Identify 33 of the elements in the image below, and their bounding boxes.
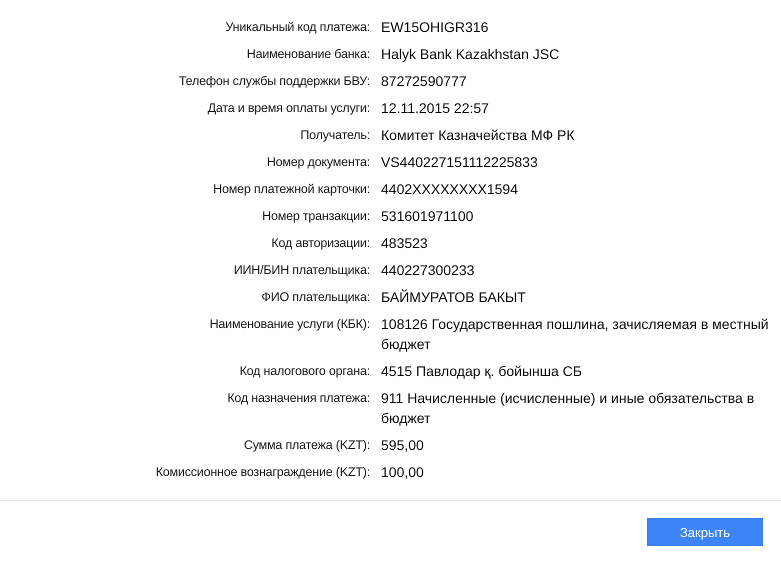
field-label: Дата и время оплаты услуги: bbox=[206, 100, 370, 117]
field-label: Код авторизации: bbox=[270, 235, 370, 252]
field-value: Halyk Bank Kazakhstan JSC bbox=[381, 45, 560, 64]
field-label: Наименование банка: bbox=[246, 46, 370, 63]
field-label: Номер платежной карточки: bbox=[212, 181, 370, 198]
field-value: VS440227151112225833 bbox=[381, 153, 539, 172]
field-value: БАЙМУРАТОВ БАКЫТ bbox=[381, 288, 527, 307]
close-button[interactable]: Закрыть bbox=[647, 518, 763, 546]
field-label: Уникальный код платежа: bbox=[224, 19, 370, 36]
field-label: ИИН/БИН плательщика: bbox=[232, 262, 370, 279]
field-label: Комиссионное вознаграждение (KZT): bbox=[154, 464, 370, 481]
field-label: ФИО плательщика: bbox=[260, 289, 370, 306]
field-value: 4515 Павлодар қ. бойынша СБ bbox=[381, 362, 583, 381]
field-value: Комитет Казначейства МФ РК bbox=[381, 126, 576, 145]
field-value: 911 Начисленные (исчисленные) и иные обязательства в бюджет bbox=[381, 389, 756, 428]
field-value: 12.11.2015 22:57 bbox=[381, 99, 490, 118]
field-label: Сумма платежа (KZT): bbox=[242, 437, 370, 454]
field-value: 87272590777 bbox=[381, 72, 468, 91]
field-label: Получатель: bbox=[299, 127, 370, 144]
field-label: Код назначения платежа: bbox=[226, 390, 370, 407]
field-label: Наименование услуги (КБК): bbox=[208, 316, 370, 333]
field-value: 108126 Государственная пошлина, зачисляемая в местный бюджет bbox=[381, 315, 770, 354]
field-value: 483523 bbox=[381, 234, 429, 253]
field-label: Код налогового органа: bbox=[238, 363, 370, 380]
field-value: 100,00 bbox=[381, 463, 425, 482]
field-value: 4402XXXXXXXX1594 bbox=[381, 180, 519, 199]
field-value: 531601971100 bbox=[381, 207, 474, 226]
field-value: 440227300233 bbox=[381, 261, 476, 280]
field-value: EW15OHIGR316 bbox=[381, 18, 490, 37]
field-label: Номер документа: bbox=[266, 154, 370, 171]
field-label: Номер транзакции: bbox=[261, 208, 370, 225]
field-label: Телефон службы поддержки БВУ: bbox=[178, 73, 370, 90]
field-value: 595,00 bbox=[381, 436, 425, 455]
